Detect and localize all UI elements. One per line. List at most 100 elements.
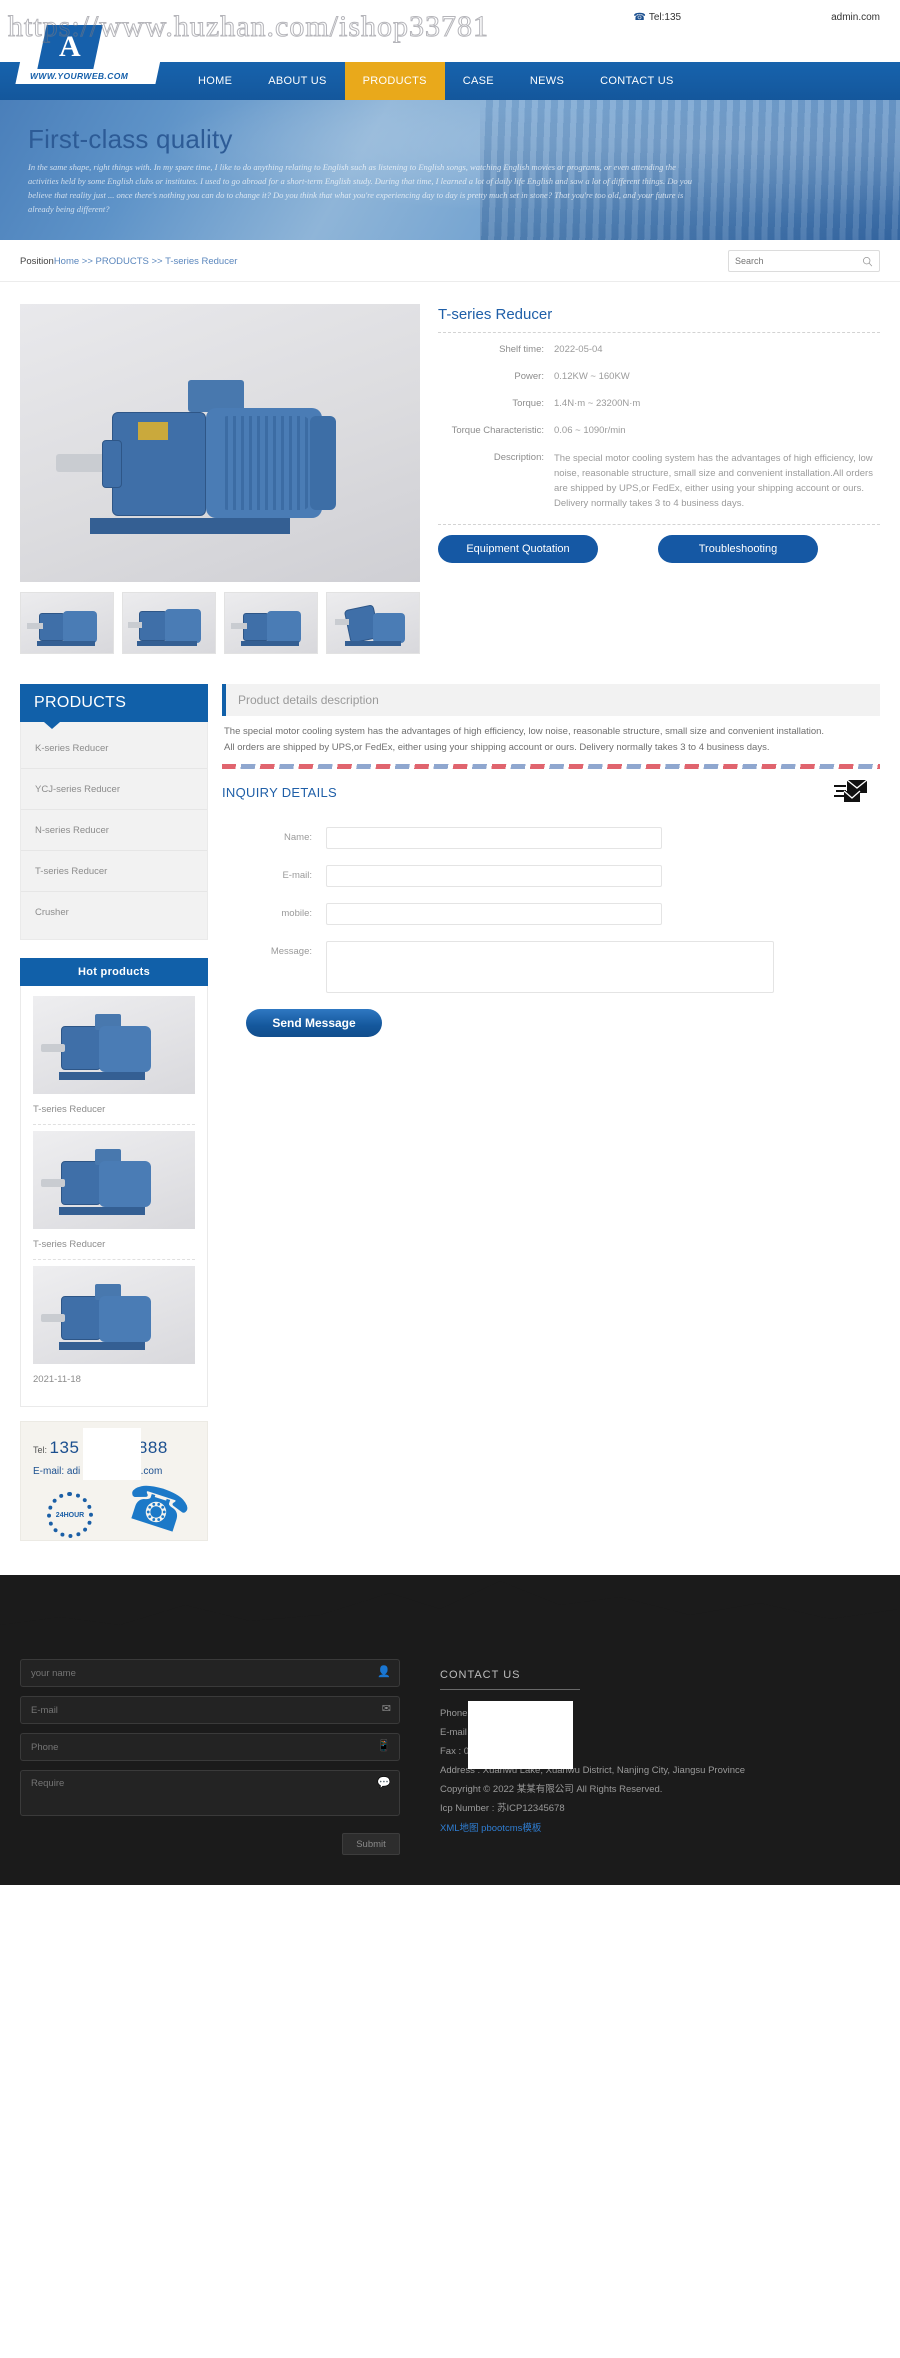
message-label: Message: bbox=[270, 946, 312, 957]
sidebar-products-title: PRODUCTS bbox=[34, 694, 127, 711]
breadcrumb-label: Position bbox=[20, 255, 54, 267]
form-row-message: Message: bbox=[222, 941, 880, 993]
name-label: Name: bbox=[284, 832, 312, 843]
footer-links[interactable]: XML地图 pbootcms模板 bbox=[440, 1823, 541, 1834]
spec-power: Power: 0.12KW ~ 160KW bbox=[438, 370, 880, 384]
product-action-buttons: Equipment Quotation Troubleshooting bbox=[438, 535, 880, 563]
footer-require-field: 💬 bbox=[20, 1770, 400, 1821]
contact-card-tel-start: 135 bbox=[49, 1438, 80, 1457]
redaction-mask bbox=[468, 1701, 573, 1769]
nav-item-products[interactable]: PRODUCTS bbox=[344, 62, 445, 100]
hot-product-image[interactable] bbox=[33, 1131, 195, 1229]
breadcrumb-separator-1: >> bbox=[81, 255, 93, 267]
thumbnail-2[interactable] bbox=[122, 592, 216, 654]
spec-value: 0.12KW ~ 160KW bbox=[554, 371, 630, 382]
breadcrumb: PositionHome >> PRODUCTS >> T-series Red… bbox=[20, 256, 237, 267]
sidebar-item-n-series[interactable]: N-series Reducer bbox=[21, 810, 207, 851]
search-box[interactable] bbox=[728, 250, 880, 272]
footer-require-textarea[interactable] bbox=[20, 1770, 400, 1816]
footer-email-input[interactable] bbox=[20, 1696, 400, 1724]
spec-label: Description: bbox=[493, 452, 544, 463]
nav-item-about-us[interactable]: ABOUT US bbox=[250, 62, 344, 100]
site-footer: 👤 ✉ 📱 💬 Submit CONTACT US Phone :40 8888… bbox=[0, 1575, 900, 1885]
contact-card-tel-label: Tel: bbox=[33, 1445, 48, 1455]
breadcrumb-home[interactable]: Home bbox=[54, 256, 79, 267]
sidebar-item-ycj-series[interactable]: YCJ-series Reducer bbox=[21, 769, 207, 810]
sidebar-item-k-series[interactable]: K-series Reducer bbox=[21, 728, 207, 769]
search-input[interactable] bbox=[735, 256, 862, 266]
spec-value: The special motor cooling system has the… bbox=[554, 453, 873, 509]
footer-name-input[interactable] bbox=[20, 1659, 400, 1687]
thumbnail-1[interactable] bbox=[20, 592, 114, 654]
mobile-label: mobile: bbox=[281, 908, 312, 919]
decorative-stripes bbox=[222, 764, 880, 769]
logo-url: WWW.YOURWEB.COM bbox=[30, 71, 129, 81]
sidebar-item-crusher[interactable]: Crusher bbox=[21, 892, 207, 933]
troubleshooting-button[interactable]: Troubleshooting bbox=[658, 535, 818, 563]
message-textarea[interactable] bbox=[326, 941, 774, 993]
product-main-image[interactable] bbox=[20, 304, 420, 582]
footer-icp: Icp Number : 苏ICP12345678 bbox=[440, 1803, 565, 1814]
thumbnail-strip bbox=[20, 592, 420, 654]
footer-email-field: ✉ bbox=[20, 1696, 400, 1733]
nav-item-contact-us[interactable]: CONTACT US bbox=[582, 62, 692, 100]
hot-product-item[interactable]: T-series Reducer bbox=[33, 1131, 195, 1260]
product-detail: T-series Reducer Shelf time: 2022-05-04 … bbox=[20, 282, 880, 654]
contact-card-mail-label: E-mail: bbox=[33, 1466, 65, 1477]
sidebar-item-t-series[interactable]: T-series Reducer bbox=[21, 851, 207, 892]
hot-product-image[interactable] bbox=[33, 996, 195, 1094]
hot-product-caption[interactable]: T-series Reducer bbox=[33, 1094, 195, 1125]
main-content: Product details description The special … bbox=[222, 684, 880, 1541]
product-title: T-series Reducer bbox=[438, 306, 553, 323]
notch-indicator bbox=[44, 722, 60, 729]
name-input[interactable] bbox=[326, 827, 662, 849]
hot-product-item[interactable]: 2021-11-18 bbox=[33, 1266, 195, 1394]
mobile-input[interactable] bbox=[326, 903, 662, 925]
spec-torque-characteristic: Torque Characteristic: 0.06 ~ 1090r/min bbox=[438, 424, 880, 438]
thumbnail-4[interactable] bbox=[326, 592, 420, 654]
breadcrumb-separator-2: >> bbox=[151, 255, 163, 267]
banner-script-text: In the same shape, right things with. In… bbox=[28, 162, 692, 214]
sidebar-contact-card: Tel: 135 888 E-mail: adi n.com 24HOUR ☎ bbox=[20, 1421, 208, 1541]
nav-item-home[interactable]: HOME bbox=[180, 62, 250, 100]
hot-products-list: T-series Reducer T-series Reducer 2021-1… bbox=[20, 986, 208, 1407]
inquiry-form: Name: E-mail: mobile: Message: Send Mess… bbox=[222, 827, 880, 1037]
send-message-button[interactable]: Send Message bbox=[246, 1009, 382, 1037]
sidebar-products-header: PRODUCTS bbox=[20, 684, 208, 729]
product-info: T-series Reducer Shelf time: 2022-05-04 … bbox=[438, 304, 880, 654]
sidebar: PRODUCTS K-series Reducer YCJ-series Red… bbox=[20, 684, 208, 1541]
email-input[interactable] bbox=[326, 865, 662, 887]
footer-submit-button[interactable]: Submit bbox=[342, 1833, 400, 1855]
redaction-mask bbox=[83, 1428, 141, 1480]
breadcrumb-bar: PositionHome >> PRODUCTS >> T-series Red… bbox=[0, 240, 900, 282]
envelope-icon: ✉ bbox=[381, 1703, 391, 1715]
site-logo[interactable]: A WWW.YOURWEB.COM bbox=[15, 22, 169, 84]
spec-label: Shelf time: bbox=[499, 344, 544, 355]
form-row-mobile: mobile: bbox=[222, 903, 880, 925]
top-admin-email: admin.com bbox=[831, 12, 880, 23]
footer-title-rule bbox=[440, 1689, 580, 1690]
divider-bottom bbox=[438, 524, 880, 525]
product-gallery bbox=[20, 304, 420, 654]
search-icon[interactable] bbox=[862, 256, 873, 267]
footer-contact-info: CONTACT US Phone :40 88888 E-mail : a Fa… bbox=[440, 1659, 880, 1855]
thumbnail-3[interactable] bbox=[224, 592, 318, 654]
24-hour-badge: 24HOUR bbox=[47, 1492, 93, 1538]
footer-copyright: Copyright © 2022 某某有限公司 All Rights Reser… bbox=[440, 1784, 663, 1795]
hot-product-caption[interactable]: T-series Reducer bbox=[33, 1229, 195, 1260]
footer-phone-input[interactable] bbox=[20, 1733, 400, 1761]
sidebar-category-list: K-series Reducer YCJ-series Reducer N-se… bbox=[20, 722, 208, 940]
comment-icon: 💬 bbox=[377, 1777, 391, 1789]
nav-item-news[interactable]: NEWS bbox=[512, 62, 582, 100]
equipment-quotation-button[interactable]: Equipment Quotation bbox=[438, 535, 598, 563]
footer-name-field: 👤 bbox=[20, 1659, 400, 1696]
spec-label: Power: bbox=[514, 371, 544, 382]
hot-product-item[interactable]: T-series Reducer bbox=[33, 996, 195, 1125]
hot-product-caption[interactable]: 2021-11-18 bbox=[33, 1364, 195, 1394]
hot-product-image[interactable] bbox=[33, 1266, 195, 1364]
top-telephone-text: Tel:135 bbox=[648, 12, 682, 23]
details-body-line-1: The special motor cooling system has the… bbox=[224, 726, 825, 737]
breadcrumb-products[interactable]: PRODUCTS bbox=[96, 256, 149, 267]
contact-card-tel-end: 888 bbox=[137, 1438, 168, 1457]
nav-item-case[interactable]: CASE bbox=[445, 62, 512, 100]
